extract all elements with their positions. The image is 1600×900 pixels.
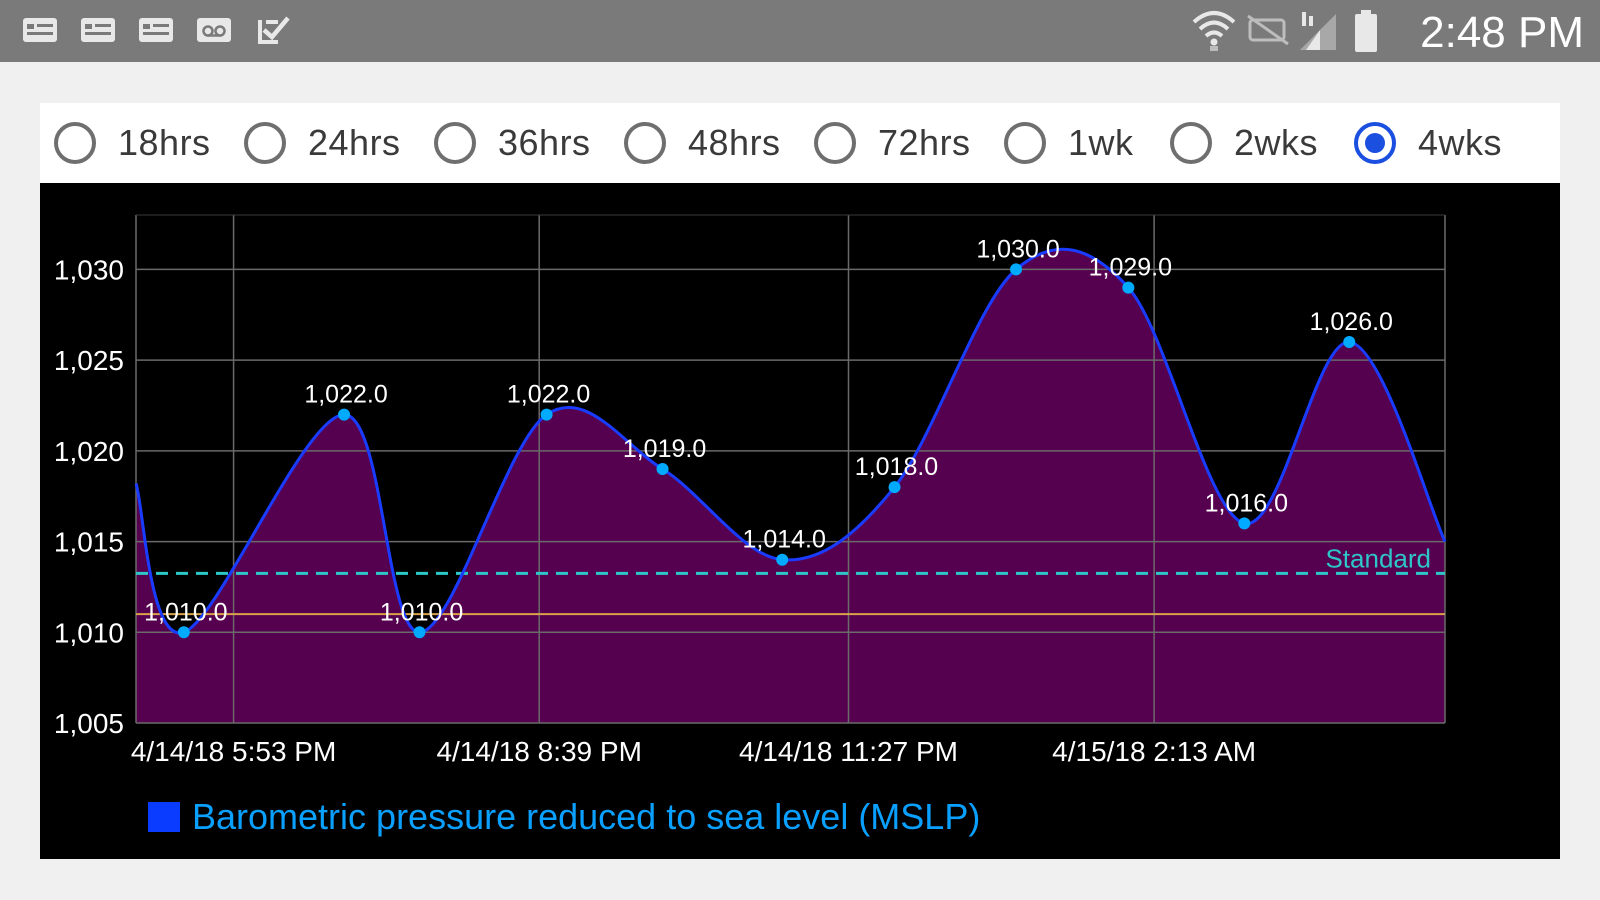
legend-swatch [148,802,180,832]
range-option-label: 48hrs [688,122,781,163]
clock: 2:48 PM [1420,8,1584,57]
data-point-label: 1,019.0 [623,435,706,463]
radio-button[interactable] [434,122,476,164]
range-option-label: 18hrs [118,122,211,163]
range-option-label: 2wks [1234,122,1319,163]
range-option-18hrs[interactable]: 18hrs [54,103,211,183]
data-point-label: 1,022.0 [304,381,387,409]
range-option-72hrs[interactable]: 72hrs [814,103,971,183]
radio-button[interactable] [1004,122,1046,164]
data-point [177,626,190,639]
data-point-label: 1,016.0 [1205,489,1288,517]
data-point-label: 1,018.0 [855,453,938,481]
nfc-off-icon [1247,14,1289,46]
y-tick-label: 1,005 [54,708,124,739]
data-point [338,408,351,421]
notification-card-icon [139,18,173,42]
notification-card-icon [81,18,115,42]
radio-button[interactable] [814,122,856,164]
reference-line-label: Standard [1325,543,1431,573]
radio-button[interactable] [624,122,666,164]
y-tick-label: 1,015 [54,527,124,558]
data-point [1010,263,1023,276]
legend-label: Barometric pressure reduced to sea level… [192,796,980,837]
data-point [1343,336,1356,348]
radio-button[interactable] [54,122,96,164]
battery-icon [1355,10,1377,52]
x-tick-label: 4/14/18 5:53 PM [131,736,336,767]
y-tick-label: 1,020 [54,436,124,467]
pressure-chart: Standard 1,010.0 1,022.0 1,010.0 1,022.0 1,0… [40,183,1560,859]
data-point [888,481,901,494]
range-option-label: 36hrs [498,122,591,163]
range-option-2wks[interactable]: 2wks [1170,103,1318,183]
cell-signal-icon [1300,12,1336,50]
task-check-icon [258,16,290,44]
data-point-label: 1,014.0 [743,526,826,554]
y-tick-label: 1,030 [54,254,124,285]
y-tick-label: 1,010 [54,617,124,648]
data-point-label: 1,010.0 [144,598,227,626]
range-option-1wk[interactable]: 1wk [1004,103,1134,183]
range-option-label: 1wk [1068,122,1134,163]
voicemail-icon [197,18,231,42]
wifi-icon [1192,11,1236,51]
radio-button[interactable] [244,122,286,164]
range-option-4wks[interactable]: 4wks [1354,103,1502,183]
data-point-label: 1,029.0 [1089,254,1172,282]
data-point-label: 1,030.0 [976,235,1059,263]
data-point [413,626,426,639]
data-point [656,463,669,475]
data-point-label: 1,010.0 [380,598,463,626]
data-point [1238,517,1251,530]
range-option-label: 4wks [1418,122,1503,163]
y-tick-label: 1,025 [54,345,124,376]
data-point-label: 1,026.0 [1310,308,1393,336]
notification-card-icon [23,18,57,42]
range-option-label: 24hrs [308,122,401,163]
range-option-24hrs[interactable]: 24hrs [244,103,401,183]
data-point [776,553,789,566]
data-point [540,408,553,421]
range-option-36hrs[interactable]: 36hrs [434,103,591,183]
range-option-label: 72hrs [878,122,971,163]
x-tick-label: 4/14/18 8:39 PM [436,736,641,767]
pressure-chart-panel: Standard 1,010.0 1,022.0 1,010.0 1,022.0 1,0… [40,183,1560,859]
x-tick-label: 4/15/18 2:13 AM [1052,736,1256,767]
radio-button[interactable] [1354,122,1396,164]
x-tick-label: 4/14/18 11:27 PM [739,736,958,767]
data-point-label: 1,022.0 [507,381,590,409]
range-option-48hrs[interactable]: 48hrs [624,103,781,183]
status-bar: 2:48 PM [0,0,1600,62]
data-point [1122,281,1135,294]
radio-button[interactable] [1170,122,1212,164]
range-selector: 18hrs 24hrs 36hrs 48hrs 72hrs 1wk 2wks 4… [40,103,1560,183]
